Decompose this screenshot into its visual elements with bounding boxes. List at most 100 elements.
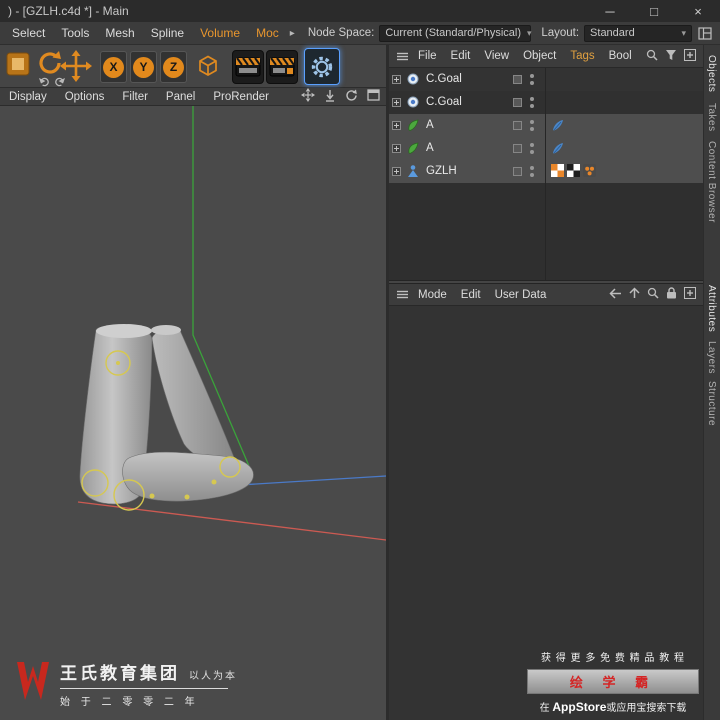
expand-icon[interactable] — [392, 167, 401, 176]
viewport-menu-display[interactable]: Display — [0, 91, 56, 103]
am-menu-userdata[interactable]: User Data — [488, 289, 554, 301]
y-axis-lock-button[interactable]: Y — [130, 51, 157, 83]
toggle-view-icon[interactable] — [367, 89, 380, 104]
search-icon[interactable] — [647, 287, 659, 302]
weight-tag-icon[interactable] — [551, 118, 565, 135]
viewport-menu-panel[interactable]: Panel — [157, 91, 204, 103]
uvw-tag-icon[interactable] — [567, 164, 580, 180]
layout-dropdown[interactable]: Standard ▾ — [584, 24, 692, 42]
menu-spline[interactable]: Spline — [143, 26, 192, 40]
om-menu-view[interactable]: View — [477, 50, 516, 62]
object-manager-menubar: File Edit View Object Tags Bool — [389, 45, 703, 68]
brand-watermark: 王氏教育集团 以人为本 始 于 二 零 零 二 年 — [16, 659, 237, 708]
z-axis-lock-button[interactable]: Z — [160, 51, 187, 83]
viewport-menu-filter[interactable]: Filter — [113, 91, 157, 103]
tab-layers[interactable]: Layers — [706, 341, 717, 374]
goal-object-icon — [406, 72, 420, 86]
coordinate-system-button[interactable] — [193, 51, 223, 81]
hamburger-icon[interactable] — [394, 52, 411, 61]
close-button[interactable]: × — [676, 0, 720, 22]
om-menu-bool[interactable]: Bool — [602, 50, 639, 62]
om-menu-object[interactable]: Object — [516, 50, 563, 62]
add-icon[interactable] — [684, 287, 696, 302]
search-icon[interactable] — [646, 49, 658, 64]
om-menu-edit[interactable]: Edit — [444, 50, 478, 62]
enable-toggle[interactable] — [513, 144, 522, 153]
object-name[interactable]: A — [426, 119, 434, 131]
visibility-dots[interactable] — [530, 166, 534, 177]
menu-mograph[interactable]: Moc — [248, 26, 287, 40]
enable-toggle[interactable] — [513, 98, 522, 107]
move-tool-button[interactable] — [60, 50, 92, 82]
viewport-nav-icons — [301, 88, 386, 105]
selection-tool-button[interactable] — [4, 50, 32, 78]
tab-structure[interactable]: Structure — [706, 381, 717, 426]
z-axis-label: Z — [163, 56, 184, 78]
weight-tag-icon[interactable] — [551, 141, 565, 158]
hamburger-icon[interactable] — [394, 290, 411, 299]
visibility-dots[interactable] — [530, 97, 534, 108]
texture-tag-icon[interactable] — [551, 164, 564, 180]
object-name[interactable]: C.Goal — [426, 96, 462, 108]
node-space-dropdown[interactable]: Current (Standard/Physical) ▾ — [379, 24, 532, 42]
joint-object-icon — [406, 118, 420, 132]
expand-icon[interactable] — [392, 98, 401, 107]
lock-icon[interactable] — [666, 287, 677, 302]
render-settings-button[interactable] — [304, 48, 340, 85]
undo-icon[interactable] — [38, 76, 50, 87]
expand-icon[interactable] — [392, 75, 401, 84]
enable-toggle[interactable] — [513, 121, 522, 130]
promo-watermark: 获 得 更 多 免 费 精 品 教 程 绘 学 霸 在 AppStore或应用宝… — [527, 649, 699, 714]
menu-volume[interactable]: Volume — [192, 26, 248, 40]
visibility-dots[interactable] — [530, 120, 534, 131]
object-row-cgoal-2[interactable]: C.Goal — [389, 91, 703, 114]
om-menu-file[interactable]: File — [411, 50, 444, 62]
phong-tag-icon[interactable] — [583, 164, 596, 180]
tab-takes[interactable]: Takes — [706, 103, 717, 132]
visibility-dots[interactable] — [530, 74, 534, 85]
am-menu-edit[interactable]: Edit — [454, 289, 488, 301]
viewport-menu-prorender[interactable]: ProRender — [204, 91, 278, 103]
menu-mesh[interactable]: Mesh — [97, 26, 142, 40]
expand-icon[interactable] — [392, 121, 401, 130]
up-arrow-icon[interactable] — [629, 287, 640, 302]
object-row-joint-2[interactable]: A — [389, 137, 703, 160]
rotate-view-icon[interactable] — [345, 89, 358, 105]
pan-view-icon[interactable] — [301, 88, 315, 105]
object-row-joint-1[interactable]: A — [389, 114, 703, 137]
object-name[interactable]: GZLH — [426, 165, 457, 177]
am-header-icons — [609, 287, 698, 302]
enable-toggle[interactable] — [513, 167, 522, 176]
filter-icon[interactable] — [665, 49, 677, 64]
menu-tools[interactable]: Tools — [53, 26, 97, 40]
om-menu-tags[interactable]: Tags — [563, 50, 601, 62]
menu-select[interactable]: Select — [4, 26, 53, 40]
render-view-button[interactable] — [232, 50, 264, 84]
am-menu-mode[interactable]: Mode — [411, 289, 454, 301]
node-space-value: Current (Standard/Physical) — [385, 27, 522, 39]
minimize-button[interactable]: ─ — [588, 0, 632, 22]
object-list: C.Goal C.Goal A A GZLH — [389, 68, 703, 280]
object-name[interactable]: C.Goal — [426, 73, 462, 85]
maximize-button[interactable]: □ — [632, 0, 676, 22]
add-icon[interactable] — [684, 48, 696, 64]
object-name[interactable]: A — [426, 142, 434, 154]
layout-grid-icon[interactable] — [698, 26, 712, 40]
menu-overflow-icon[interactable]: ▸ — [287, 28, 298, 39]
tab-attributes[interactable]: Attributes — [706, 285, 717, 332]
zoom-view-icon[interactable] — [324, 89, 336, 105]
tab-content-browser[interactable]: Content Browser — [706, 141, 717, 223]
x-axis-lock-button[interactable]: X — [100, 51, 127, 83]
render-to-picture-viewer-button[interactable] — [266, 50, 298, 84]
x-axis-line — [77, 501, 386, 541]
object-row-cgoal-1[interactable]: C.Goal — [389, 68, 703, 91]
tag-list — [551, 141, 565, 158]
back-arrow-icon[interactable] — [609, 287, 622, 302]
object-row-gzlh[interactable]: GZLH — [389, 160, 703, 183]
viewport-menu-options[interactable]: Options — [56, 91, 114, 103]
expand-icon[interactable] — [392, 144, 401, 153]
tab-objects[interactable]: Objects — [706, 55, 717, 92]
visibility-dots[interactable] — [530, 143, 534, 154]
enable-toggle[interactable] — [513, 75, 522, 84]
3d-viewport[interactable]: 王氏教育集团 以人为本 始 于 二 零 零 二 年 — [0, 106, 386, 720]
